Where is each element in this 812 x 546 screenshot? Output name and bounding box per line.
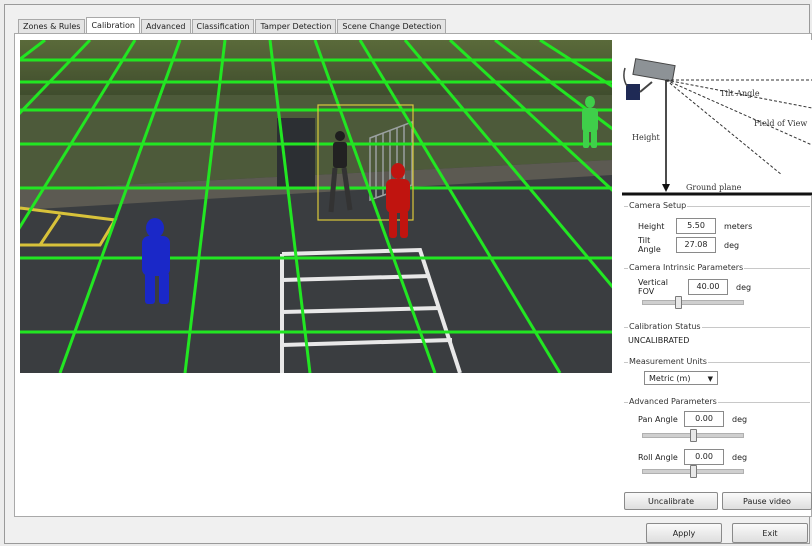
camera-setup-group: Camera Setup Height 5.50 meters Tilt Ang…: [624, 201, 810, 257]
roll-angle-slider[interactable]: [642, 465, 744, 478]
intrinsic-parameters-group: Camera Intrinsic Parameters Vertical FOV…: [624, 263, 810, 319]
apply-button[interactable]: Apply: [646, 523, 722, 543]
pan-angle-slider-thumb[interactable]: [690, 429, 697, 442]
pan-angle-unit: deg: [732, 414, 748, 424]
calibration-diagram: Tilt Angle Field of View Height Ground p…: [622, 40, 812, 196]
pause-video-button[interactable]: Pause video: [722, 492, 812, 510]
measurement-units-group: Measurement Units Metric (m) ▼: [624, 357, 810, 393]
tab-classification[interactable]: Classification: [191, 19, 255, 34]
vertical-fov-slider[interactable]: [642, 296, 744, 309]
advanced-parameters-group: Advanced Parameters Pan Angle 0.00 deg R…: [624, 397, 810, 487]
tilt-angle-unit: deg: [724, 240, 740, 250]
vertical-fov-label: Vertical FOV: [638, 278, 668, 296]
tab-advanced[interactable]: Advanced: [140, 19, 191, 34]
vertical-fov-slider-thumb[interactable]: [675, 296, 682, 309]
camera-icon: [623, 58, 676, 100]
roll-angle-label: Roll Angle: [638, 452, 678, 462]
height-label: Height: [632, 133, 661, 142]
roll-angle-slider-thumb[interactable]: [690, 465, 697, 478]
tilt-angle-label: Tilt Angle: [720, 89, 760, 98]
camera-scene: [20, 40, 612, 373]
chevron-down-icon: ▼: [707, 375, 713, 383]
intrinsic-parameters-title: Camera Intrinsic Parameters: [628, 263, 745, 272]
vertical-fov-unit: deg: [736, 282, 752, 292]
ground-plane-label: Ground plane: [686, 183, 742, 192]
tab-scene-change-detection[interactable]: Scene Change Detection: [337, 19, 447, 34]
camera-geometry-diagram: Tilt Angle Field of View Height Ground p…: [622, 58, 812, 196]
pan-angle-label: Pan Angle: [638, 414, 678, 424]
tab-calibration[interactable]: Calibration: [86, 17, 140, 34]
camera-setup-title: Camera Setup: [628, 201, 688, 210]
tab-bar: Zones & Rules Calibration Advanced Class…: [18, 17, 447, 34]
height-label: Height: [638, 221, 665, 231]
tree-line: [20, 40, 612, 100]
measurement-units-title: Measurement Units: [628, 357, 708, 366]
vertical-fov-field[interactable]: 40.00: [688, 279, 728, 295]
calibration-status-value: UNCALIBRATED: [628, 336, 690, 345]
height-field[interactable]: 5.50: [676, 218, 716, 234]
pan-angle-field[interactable]: 0.00: [684, 411, 724, 427]
tilt-angle-label: Tilt Angle: [638, 236, 661, 254]
height-unit: meters: [724, 221, 753, 231]
uncalibrate-button[interactable]: Uncalibrate: [624, 492, 718, 510]
calibration-status-group: Calibration Status UNCALIBRATED: [624, 322, 810, 354]
roll-angle-field[interactable]: 0.00: [684, 449, 724, 465]
tilt-angle-field[interactable]: 27.08: [676, 237, 716, 253]
roll-angle-unit: deg: [732, 452, 748, 462]
tab-zones-rules[interactable]: Zones & Rules: [18, 19, 86, 34]
calibration-status-title: Calibration Status: [628, 322, 702, 331]
fov-label: Field of View: [754, 119, 807, 128]
pan-angle-slider[interactable]: [642, 429, 744, 442]
advanced-parameters-title: Advanced Parameters: [628, 397, 718, 406]
tab-tamper-detection[interactable]: Tamper Detection: [255, 19, 337, 34]
exit-button[interactable]: Exit: [732, 523, 808, 543]
measurement-units-selected: Metric (m): [649, 374, 691, 383]
measurement-units-select[interactable]: Metric (m) ▼: [644, 371, 718, 385]
video-view[interactable]: [20, 40, 612, 373]
